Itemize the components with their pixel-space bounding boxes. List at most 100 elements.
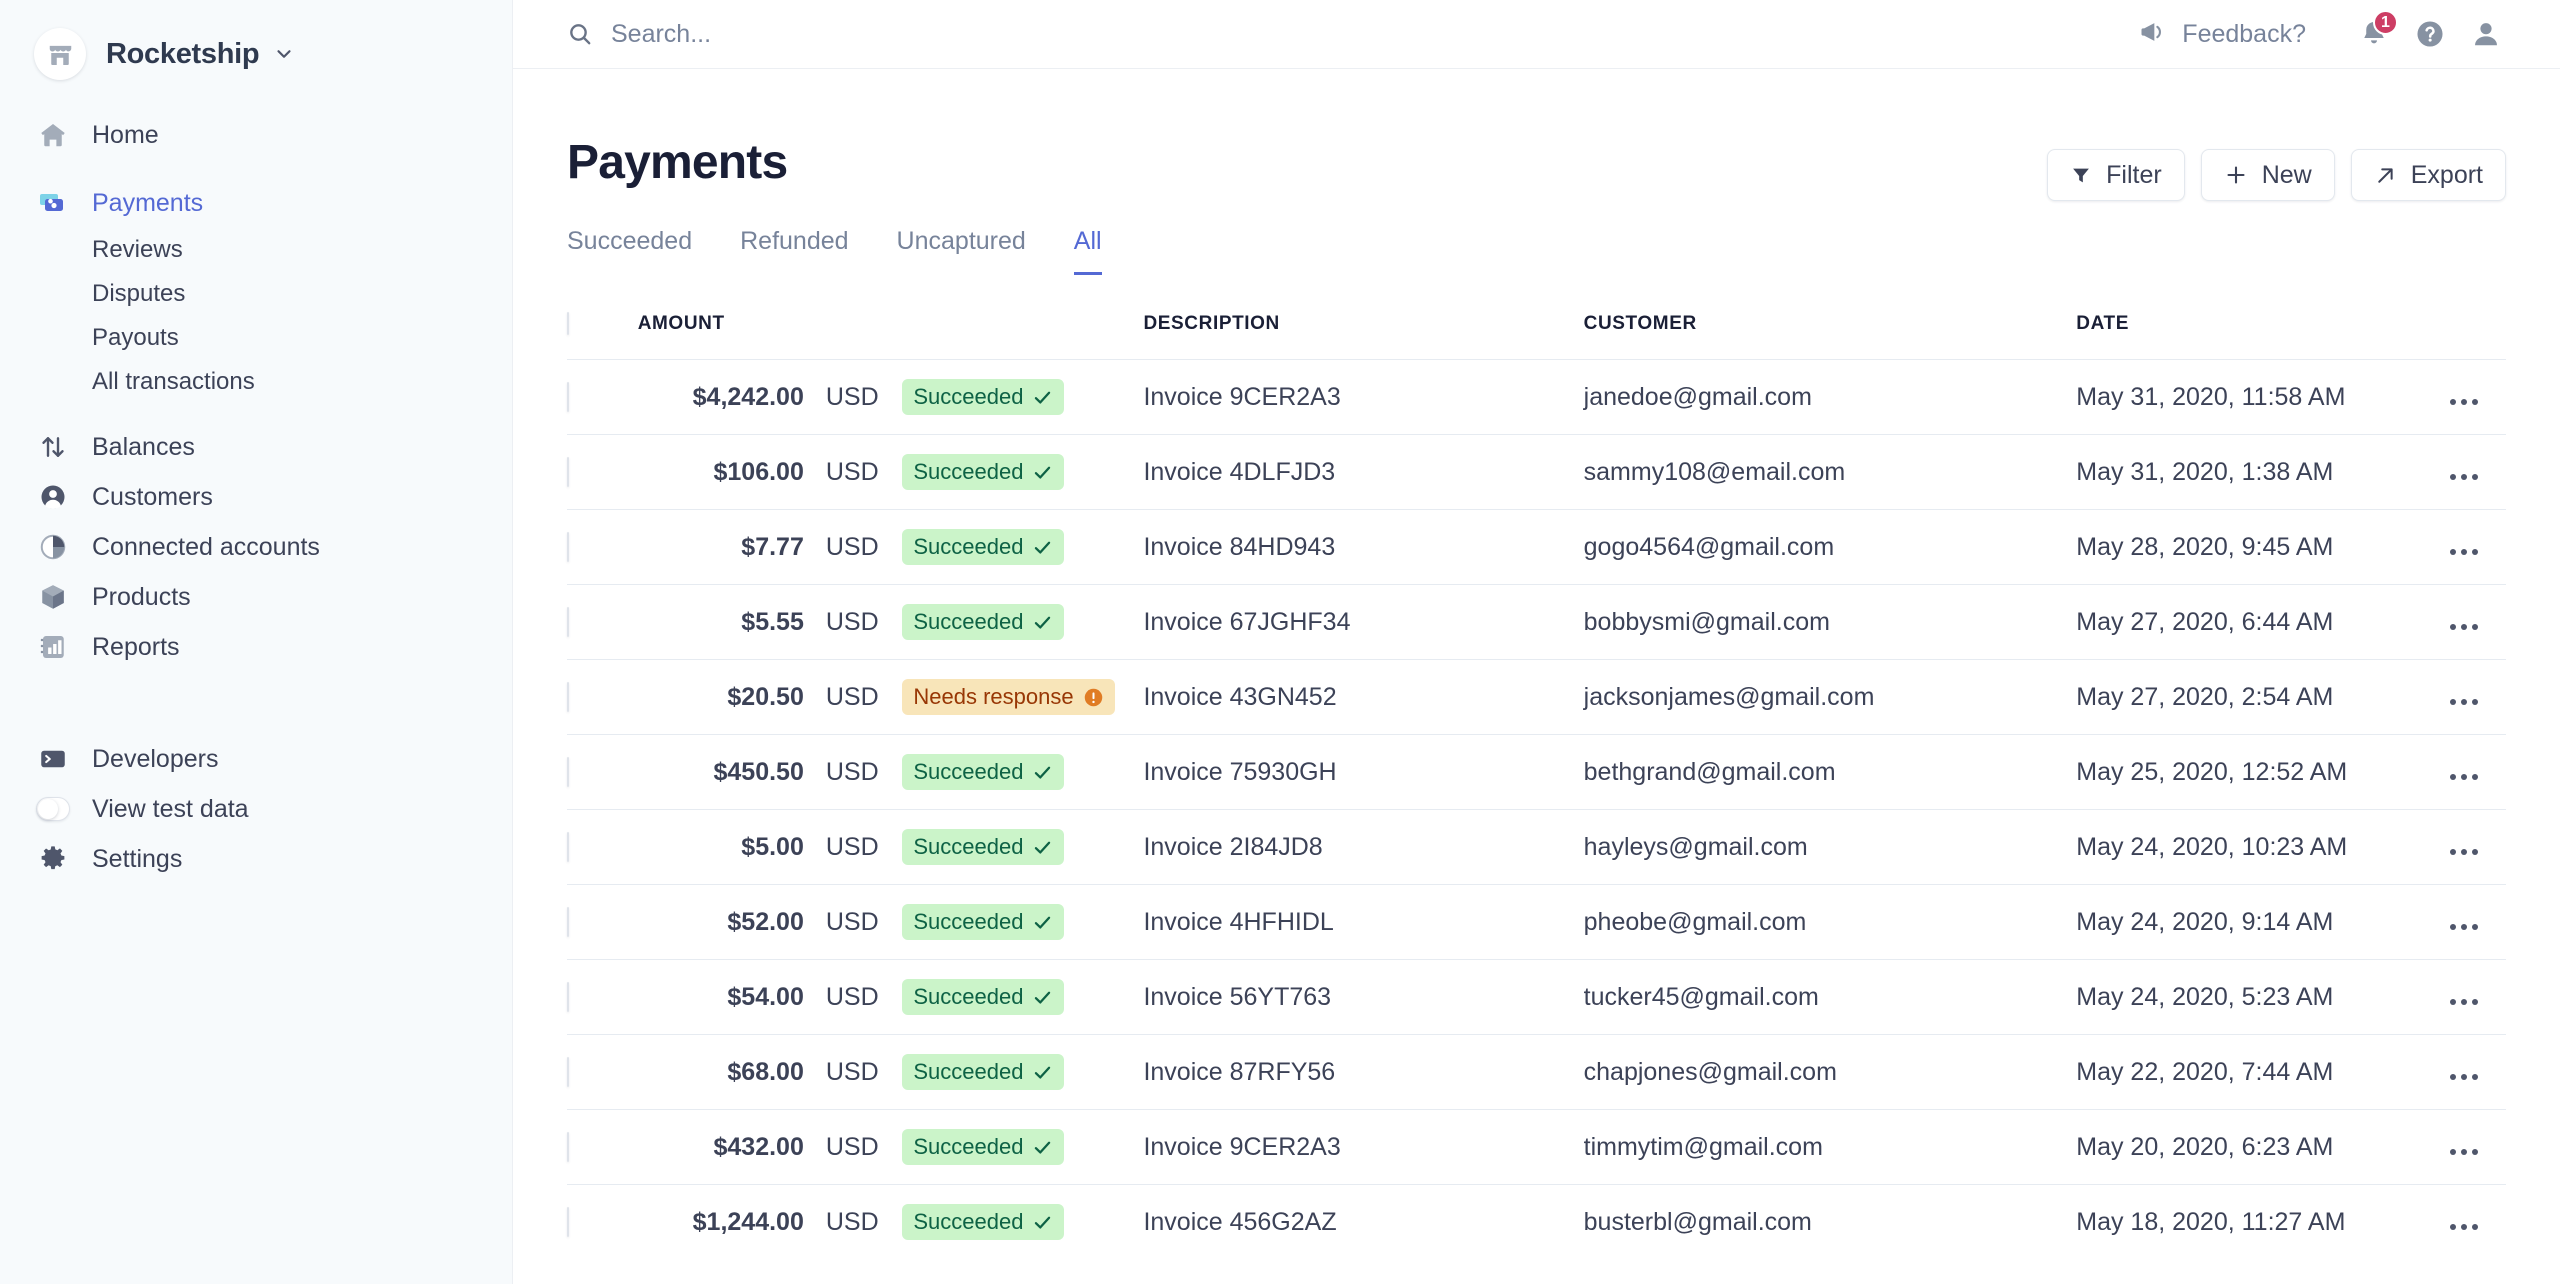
check-icon: [1032, 912, 1053, 933]
row-checkbox[interactable]: [567, 681, 569, 712]
sidebar-item-disputes[interactable]: Disputes: [0, 272, 512, 316]
brand-switcher[interactable]: Rocketship: [0, 26, 512, 82]
row-checkbox[interactable]: [567, 606, 569, 637]
table-row[interactable]: $450.50 USD Succeeded Invoice 75930GH bethgr…: [567, 734, 2506, 810]
tab-refunded[interactable]: Refunded: [740, 227, 848, 275]
row-amount: $5.00: [625, 809, 804, 885]
status-badge-label: Succeeded: [913, 1209, 1024, 1234]
row-checkbox[interactable]: [567, 531, 569, 562]
sidebar-item-connected-accounts[interactable]: Connected accounts: [0, 522, 512, 572]
chevron-down-icon[interactable]: [273, 43, 295, 65]
row-checkbox[interactable]: [567, 1056, 569, 1087]
table-row[interactable]: $5.00 USD Succeeded Invoice 2I84JD8 hayleys@…: [567, 809, 2506, 885]
row-overflow-menu-icon[interactable]: [2450, 398, 2479, 405]
row-description: Invoice 67JGHF34: [1143, 584, 1584, 660]
row-overflow-menu-icon[interactable]: [2450, 1148, 2479, 1155]
row-overflow-menu-icon[interactable]: [2450, 623, 2479, 630]
sidebar-item-settings[interactable]: Settings: [0, 834, 512, 884]
row-customer: chapjones@gmail.com: [1583, 1034, 2077, 1110]
sidebar-item-view-test-data[interactable]: View test data: [0, 784, 512, 834]
tab-all[interactable]: All: [1073, 227, 1102, 275]
row-checkbox[interactable]: [567, 906, 569, 937]
row-currency: USD: [803, 509, 903, 585]
column-header-amount[interactable]: AMOUNT: [626, 303, 804, 360]
toggle-switch-icon[interactable]: [36, 792, 70, 826]
table-row[interactable]: $4,242.00 USD Succeeded Invoice 9CER2A3 jane…: [567, 359, 2506, 435]
row-customer: bethgrand@gmail.com: [1583, 734, 2077, 810]
row-actions-cell: [2422, 1034, 2506, 1110]
column-header-description[interactable]: DESCRIPTION: [1143, 303, 1583, 360]
column-header-customer[interactable]: CUSTOMER: [1584, 303, 2077, 360]
new-button[interactable]: New: [2200, 149, 2335, 201]
row-overflow-menu-icon[interactable]: [2450, 1073, 2479, 1080]
table-row[interactable]: $54.00 USD Succeeded Invoice 56YT763 tucker4…: [567, 959, 2506, 1035]
row-select-cell: [567, 734, 626, 810]
sidebar-item-label: Home: [92, 120, 159, 149]
table-row[interactable]: $1,244.00 USD Succeeded Invoice 456G2AZ bust…: [567, 1184, 2506, 1259]
export-label: Export: [2410, 160, 2483, 189]
table-row[interactable]: $20.50 USD Needs response Invoice 43GN452 ja…: [567, 659, 2506, 735]
sidebar-item-home[interactable]: Home: [0, 110, 512, 160]
payments-table: AMOUNT DESCRIPTION CUSTOMER DATE $4,242.…: [567, 303, 2506, 1259]
row-checkbox[interactable]: [567, 831, 569, 862]
search-container[interactable]: [567, 19, 2138, 49]
export-button[interactable]: Export: [2350, 149, 2506, 201]
search-input[interactable]: [611, 19, 1211, 49]
row-overflow-menu-icon[interactable]: [2450, 998, 2479, 1005]
sidebar-item-reviews[interactable]: Reviews: [0, 228, 512, 272]
row-checkbox[interactable]: [567, 456, 569, 487]
column-header-status: [902, 303, 1143, 360]
table-row[interactable]: $68.00 USD Succeeded Invoice 87RFY56 chapjon…: [567, 1034, 2506, 1110]
filter-button[interactable]: Filter: [2047, 149, 2185, 201]
account-avatar-button[interactable]: [2458, 6, 2514, 62]
sidebar-item-balances[interactable]: Balances: [0, 422, 512, 472]
notifications-button[interactable]: 1: [2346, 6, 2402, 62]
status-badge: Succeeded: [902, 1054, 1065, 1090]
row-date: May 31, 2020, 1:38 AM: [2076, 434, 2423, 510]
table-row[interactable]: $432.00 USD Succeeded Invoice 9CER2A3 timmyt…: [567, 1109, 2506, 1185]
sidebar-item-products[interactable]: Products: [0, 572, 512, 622]
table-row[interactable]: $52.00 USD Succeeded Invoice 4HFHIDL pheobe@…: [567, 884, 2506, 960]
row-description: Invoice 56YT763: [1143, 959, 1584, 1035]
row-overflow-menu-icon[interactable]: [2450, 1223, 2479, 1230]
row-overflow-menu-icon[interactable]: [2450, 548, 2479, 555]
column-header-date[interactable]: DATE: [2076, 303, 2422, 360]
help-button[interactable]: [2402, 6, 2458, 62]
row-overflow-menu-icon[interactable]: [2450, 923, 2479, 930]
sidebar-item-payments[interactable]: Payments: [0, 178, 512, 228]
funnel-icon: [2070, 164, 2092, 186]
row-description: Invoice 2I84JD8: [1143, 809, 1584, 885]
feedback-button[interactable]: Feedback?: [2138, 18, 2306, 51]
row-checkbox[interactable]: [567, 1206, 569, 1237]
test-data-toggle-track[interactable]: [36, 797, 70, 821]
row-description: Invoice 9CER2A3: [1143, 359, 1584, 435]
select-all-checkbox[interactable]: [567, 312, 569, 335]
row-amount: $7.77: [625, 509, 804, 585]
row-actions-cell: [2422, 659, 2506, 735]
tab-succeeded[interactable]: Succeeded: [567, 227, 692, 275]
sidebar-item-customers[interactable]: Customers: [0, 472, 512, 522]
row-overflow-menu-icon[interactable]: [2450, 473, 2479, 480]
row-overflow-menu-icon[interactable]: [2450, 698, 2479, 705]
row-overflow-menu-icon[interactable]: [2450, 773, 2479, 780]
sidebar-item-reports[interactable]: Reports: [0, 622, 512, 672]
row-checkbox[interactable]: [567, 1131, 569, 1162]
row-checkbox[interactable]: [567, 381, 569, 412]
row-overflow-menu-icon[interactable]: [2450, 848, 2479, 855]
table-row[interactable]: $5.55 USD Succeeded Invoice 67JGHF34 bobbysm…: [567, 584, 2506, 660]
row-checkbox[interactable]: [567, 981, 569, 1012]
status-badge-label: Succeeded: [913, 759, 1024, 784]
tab-uncaptured[interactable]: Uncaptured: [897, 227, 1026, 275]
sidebar-item-developers[interactable]: Developers: [0, 734, 512, 784]
row-amount: $450.50: [625, 734, 804, 810]
sidebar-item-payouts[interactable]: Payouts: [0, 316, 512, 360]
sidebar-item-all-transactions[interactable]: All transactions: [0, 360, 512, 404]
row-amount: $1,244.00: [625, 1184, 804, 1259]
table-row[interactable]: $7.77 USD Succeeded Invoice 84HD943 gogo4564…: [567, 509, 2506, 585]
row-checkbox[interactable]: [567, 756, 569, 787]
home-icon: [36, 118, 70, 152]
plus-icon: [2224, 163, 2248, 187]
table-row[interactable]: $106.00 USD Succeeded Invoice 4DLFJD3 sammy1…: [567, 434, 2506, 510]
row-status-cell: Succeeded: [902, 509, 1144, 585]
